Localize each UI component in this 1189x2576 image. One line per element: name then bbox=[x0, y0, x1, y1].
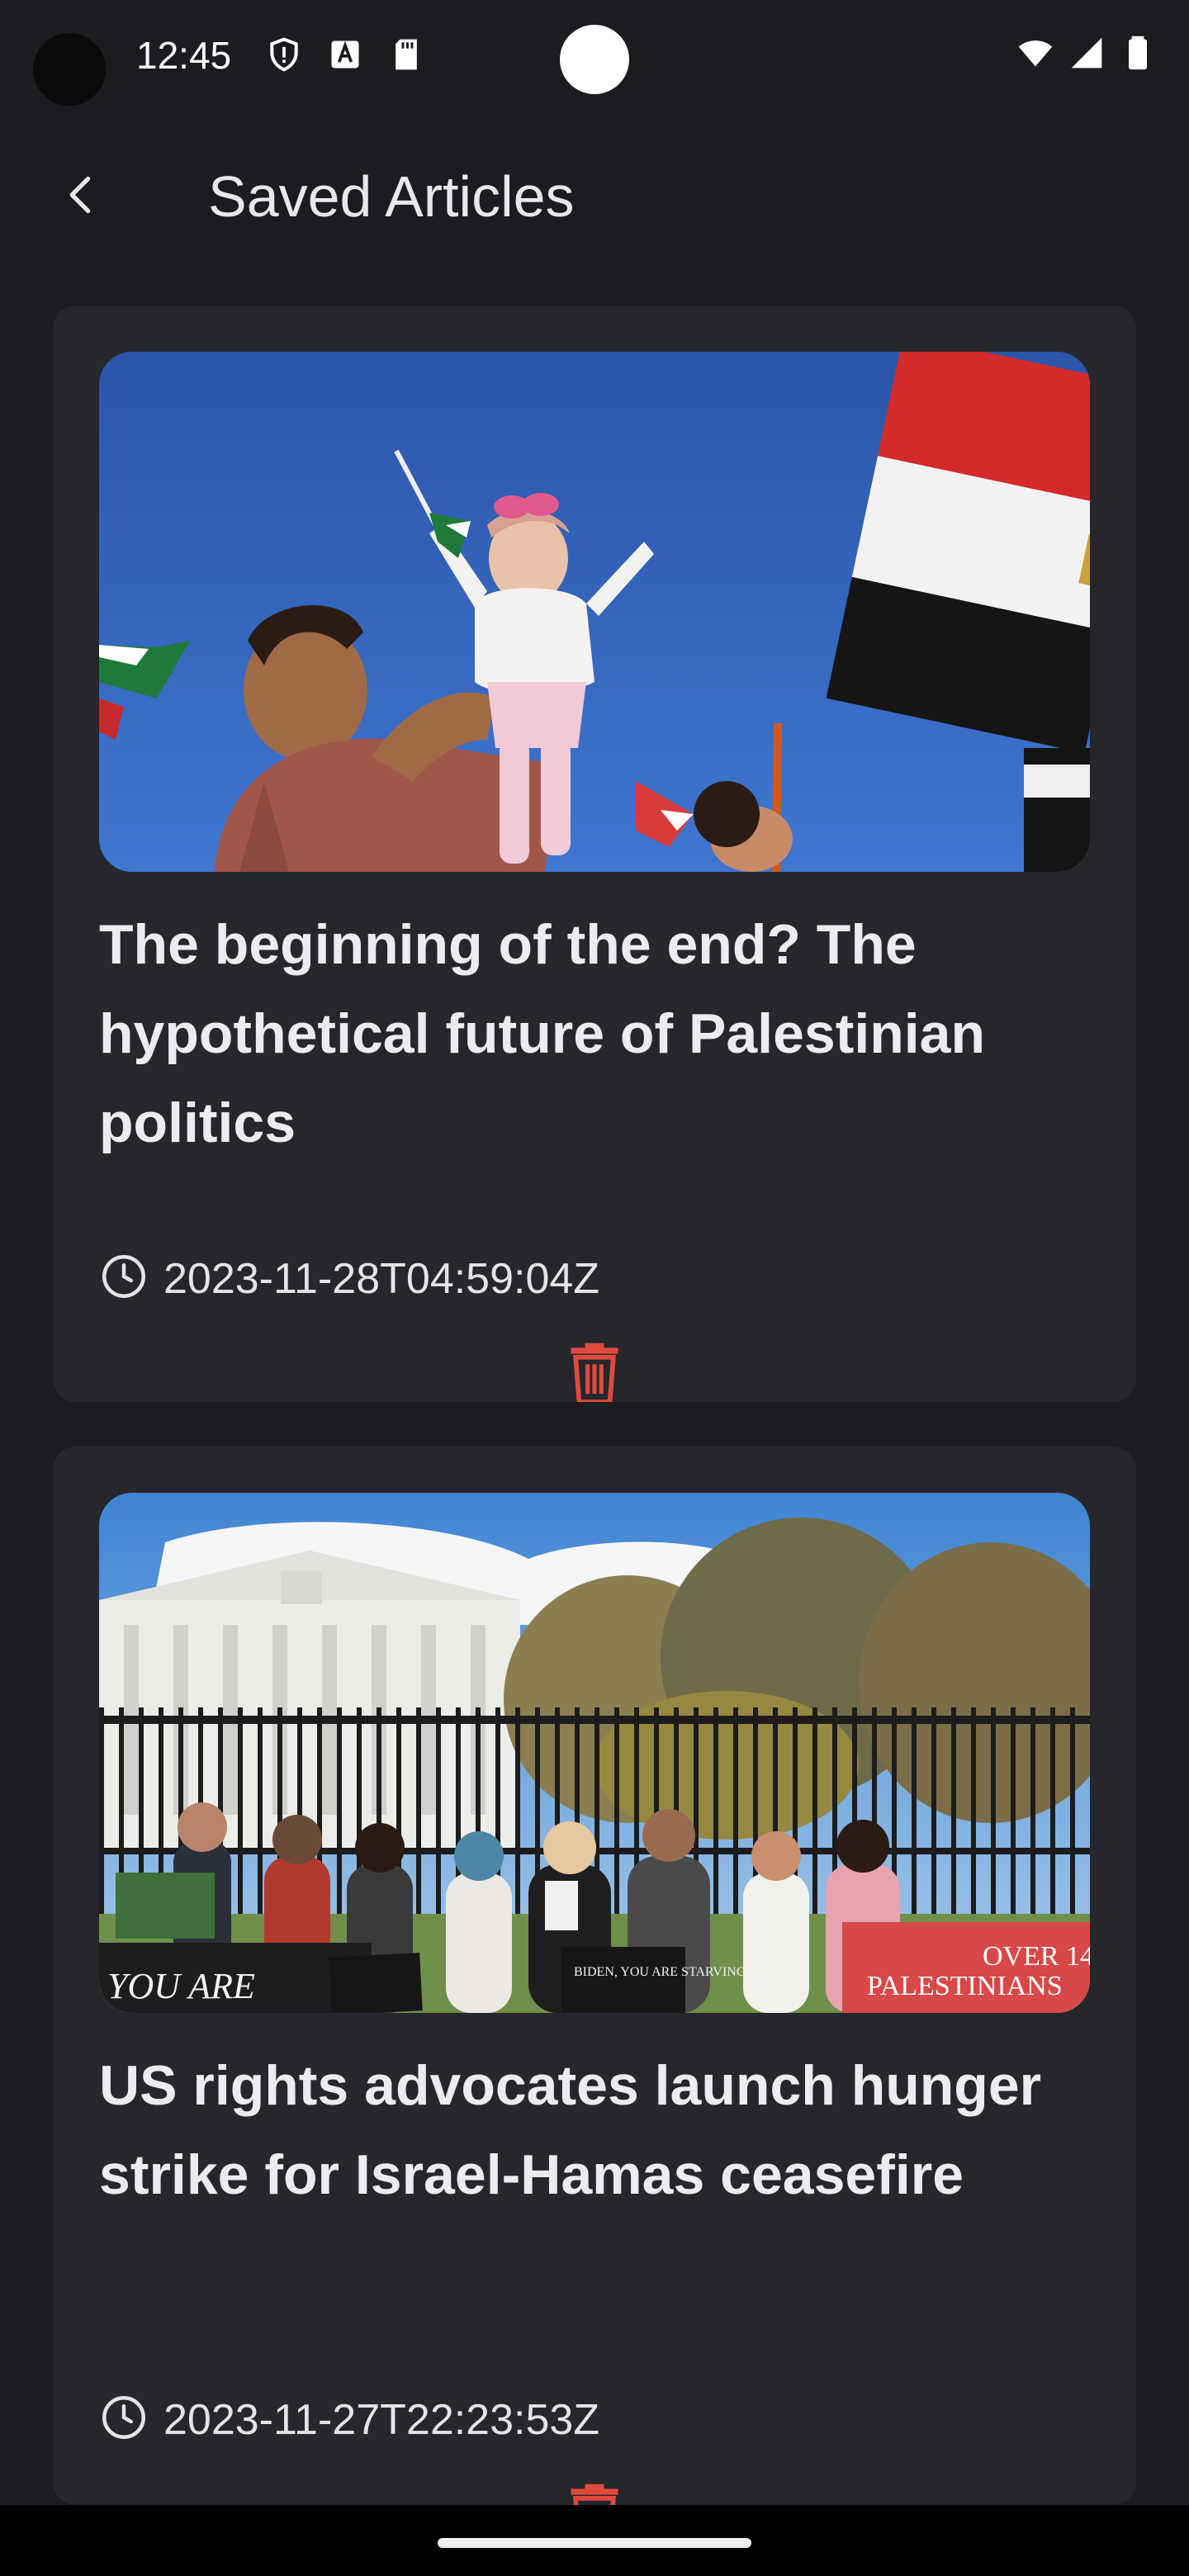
status-bar: 12:45 bbox=[0, 0, 1189, 116]
trash-icon bbox=[566, 1338, 623, 1402]
article-meta: 2023-11-28T04:59:04Z bbox=[99, 1252, 599, 1305]
status-time: 12:45 bbox=[136, 34, 232, 77]
sd-card-icon bbox=[388, 36, 424, 73]
sign-text: YOU ARE bbox=[107, 1966, 255, 2006]
status-icons-left bbox=[266, 36, 424, 73]
article-title[interactable]: US rights advocates launch hunger strike… bbox=[99, 2041, 1106, 2219]
front-camera bbox=[560, 25, 629, 94]
delete-button[interactable] bbox=[563, 2479, 626, 2505]
article-meta: 2023-11-27T22:23:53Z bbox=[99, 2393, 599, 2446]
article-date: 2023-11-27T22:23:53Z bbox=[163, 2395, 600, 2444]
page-title: Saved Articles bbox=[208, 164, 575, 229]
back-arrow-icon bbox=[59, 173, 102, 220]
font-a-icon bbox=[327, 36, 363, 73]
top-app-bar: Saved Articles bbox=[0, 140, 1189, 248]
sign-text: OVER 14,8 bbox=[983, 1941, 1090, 1972]
clock-icon bbox=[99, 1252, 149, 1305]
clock-icon bbox=[99, 2393, 149, 2446]
article-card[interactable]: The beginning of the end? The hypothetic… bbox=[53, 305, 1136, 1402]
trash-icon bbox=[566, 2479, 623, 2505]
navigation-bar bbox=[0, 2505, 1189, 2576]
article-card[interactable]: YOU ARE BIDEN, YOU ARE STARVING GAZA OVE… bbox=[53, 1447, 1136, 2505]
shield-icon bbox=[266, 36, 302, 73]
article-date: 2023-11-28T04:59:04Z bbox=[163, 1254, 600, 1303]
delete-button[interactable] bbox=[563, 1338, 626, 1402]
back-button[interactable] bbox=[50, 165, 112, 228]
sign-text: PALESTINIANS bbox=[867, 1971, 1063, 2001]
article-image[interactable]: YOU ARE BIDEN, YOU ARE STARVING GAZA OVE… bbox=[99, 1493, 1090, 2013]
camera-cutout bbox=[33, 33, 106, 106]
article-title[interactable]: The beginning of the end? The hypothetic… bbox=[99, 900, 1106, 1167]
wifi-icon bbox=[1017, 35, 1054, 71]
sign-text: BIDEN, YOU ARE STARVING GAZA bbox=[574, 1965, 786, 1979]
article-image[interactable] bbox=[99, 352, 1090, 872]
home-gesture-handle[interactable] bbox=[438, 2538, 751, 2548]
signal-icon bbox=[1068, 35, 1105, 71]
battery-icon bbox=[1120, 35, 1156, 71]
status-icons-right bbox=[1017, 35, 1156, 71]
